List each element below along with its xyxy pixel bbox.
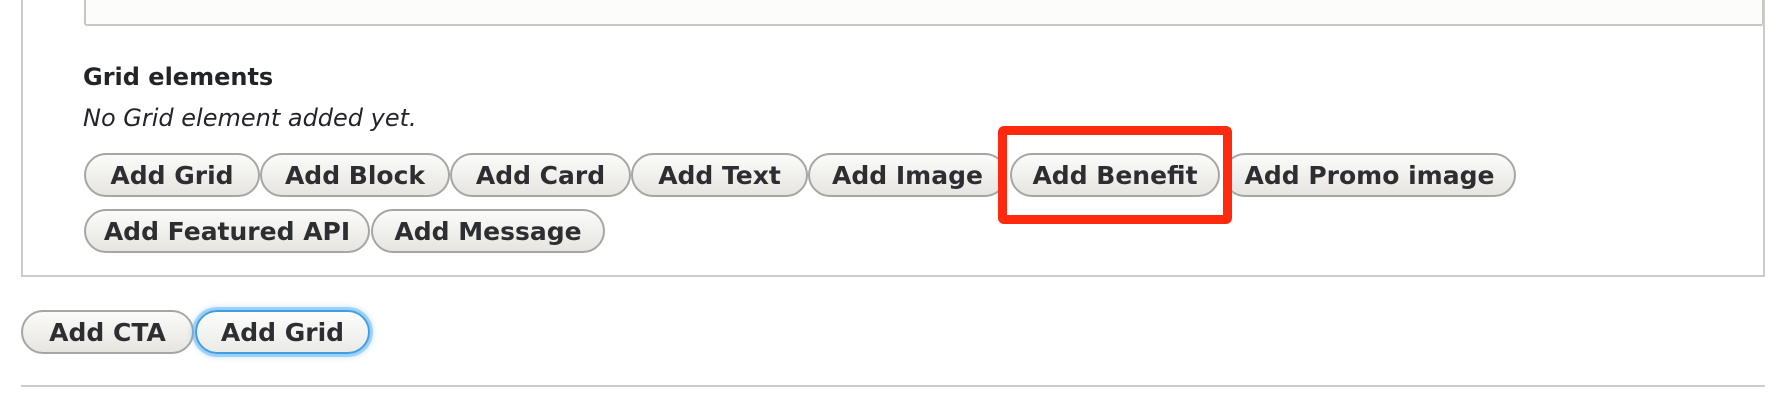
- add-promo-image-button[interactable]: Add Promo image: [1223, 153, 1516, 197]
- add-card-button[interactable]: Add Card: [450, 153, 631, 197]
- add-text-button[interactable]: Add Text: [631, 153, 808, 197]
- add-benefit-button[interactable]: Add Benefit: [1010, 153, 1220, 197]
- add-message-button[interactable]: Add Message: [371, 209, 605, 253]
- add-cta-button[interactable]: Add CTA: [21, 310, 194, 354]
- grid-elements-empty-message: No Grid element added yet.: [83, 104, 417, 132]
- divider: [21, 385, 1765, 387]
- add-grid-button[interactable]: Add Grid: [195, 310, 370, 354]
- add-block-button[interactable]: Add Block: [260, 153, 450, 197]
- add-featured-api-button[interactable]: Add Featured API: [84, 209, 370, 253]
- add-grid-element-button[interactable]: Add Grid: [84, 153, 260, 197]
- add-image-button[interactable]: Add Image: [808, 153, 1007, 197]
- grid-elements-title: Grid elements: [83, 63, 274, 91]
